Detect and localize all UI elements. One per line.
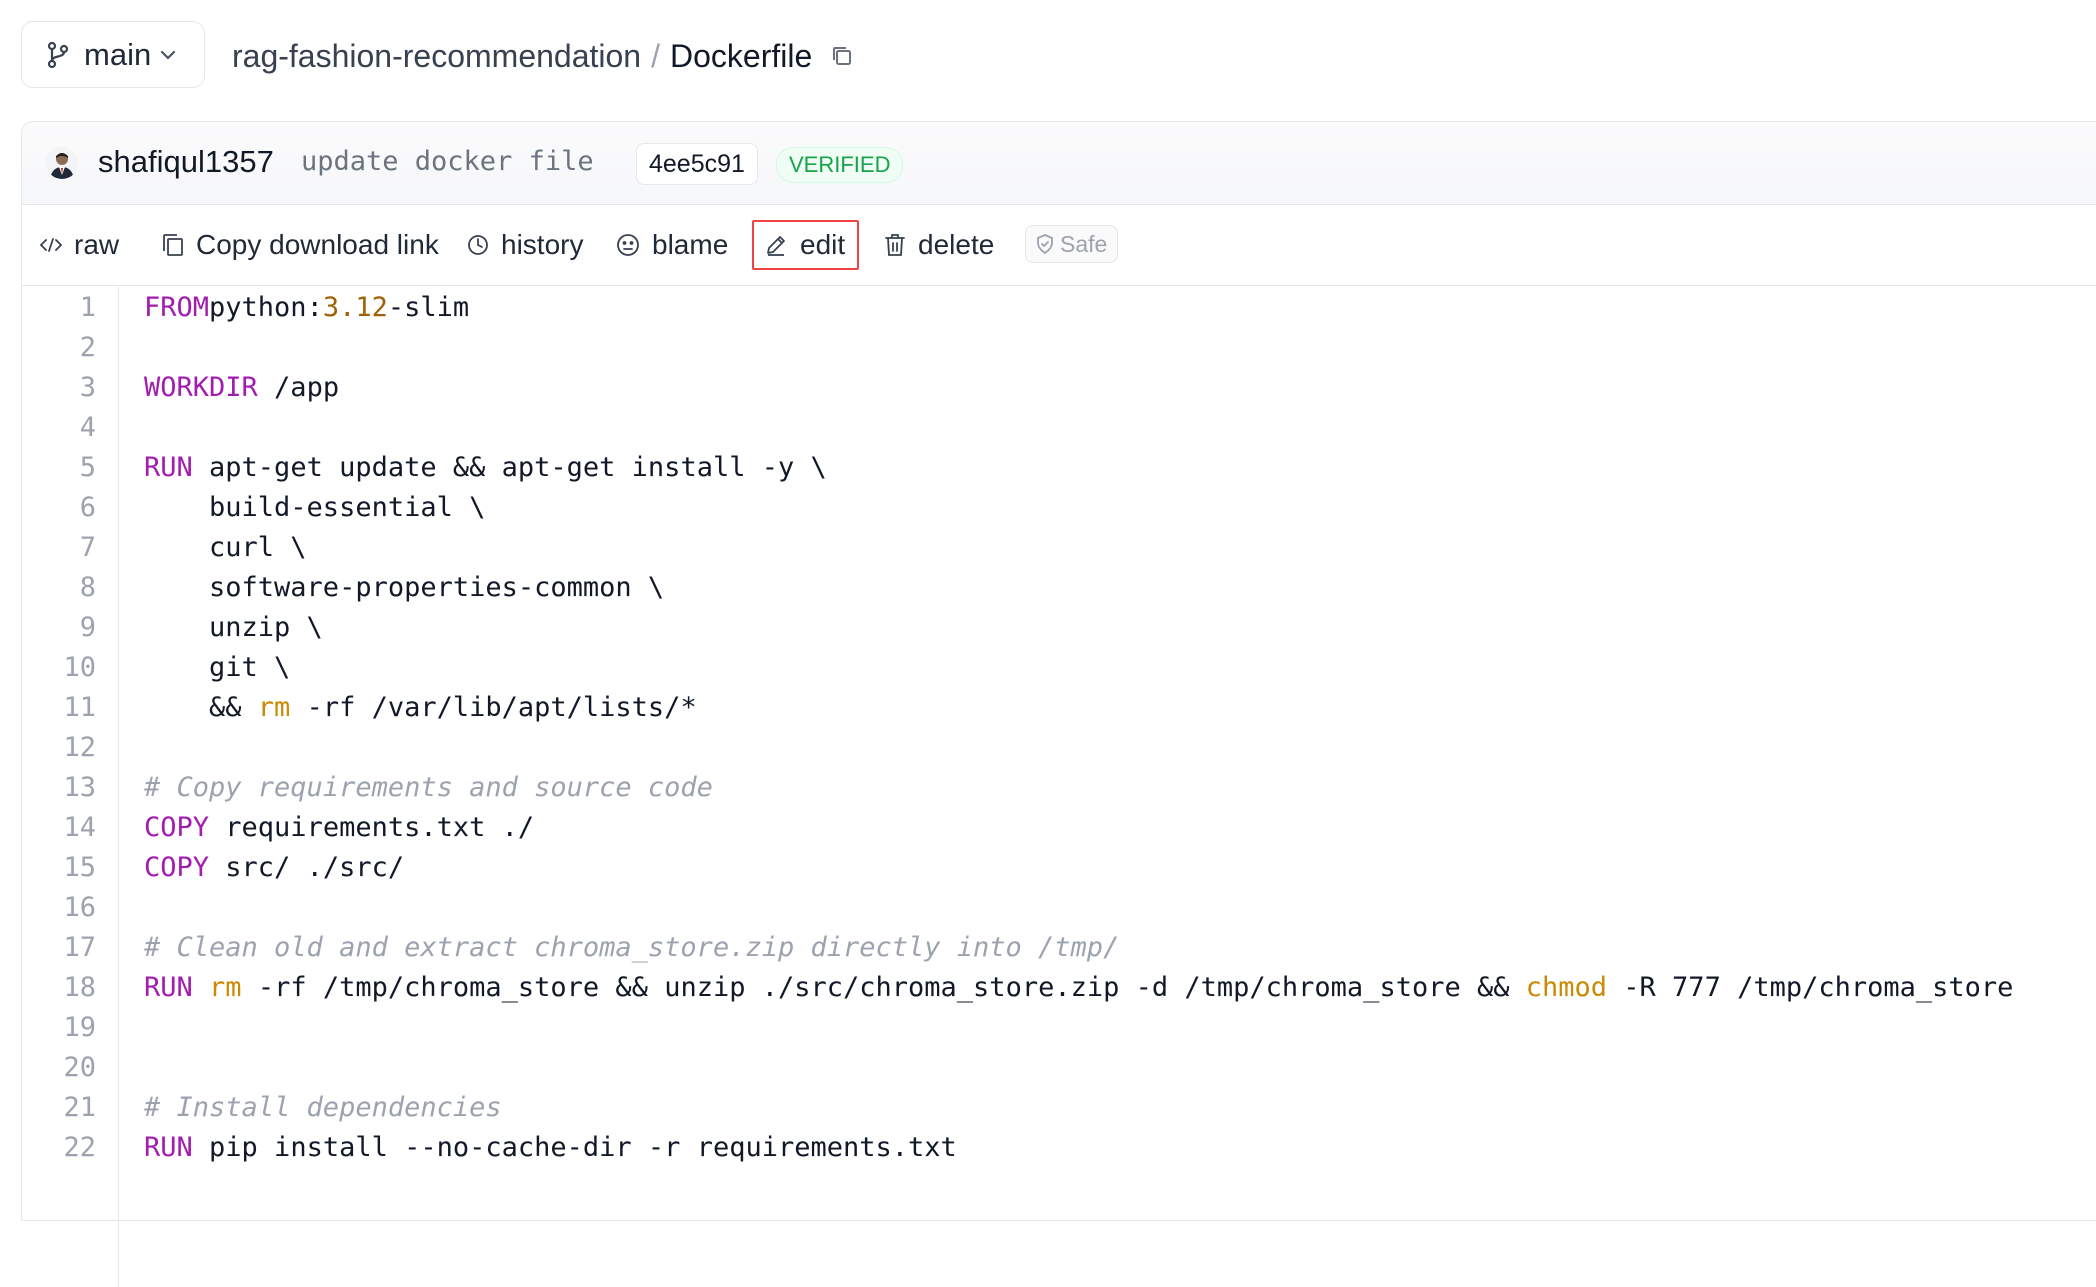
avatar[interactable] — [46, 147, 78, 179]
line-number[interactable]: 19 — [22, 1012, 96, 1043]
history-label: history — [501, 229, 584, 260]
code-line: 3 WORKDIR /app — [22, 367, 2096, 407]
code-text: unzip \ — [144, 611, 323, 643]
breadcrumb-separator: / — [651, 37, 660, 74]
code-text: RUN apt-get update && apt-get install -y… — [144, 451, 827, 483]
line-number[interactable]: 12 — [22, 732, 96, 763]
clock-icon — [468, 235, 488, 255]
blame-face-icon — [617, 234, 639, 256]
code-line: 12 — [22, 727, 2096, 767]
history-button[interactable]: history — [467, 205, 583, 285]
commit-sha-badge[interactable]: 4ee5c91 — [636, 143, 758, 185]
code-text: FROMpython:3.12-slim — [144, 291, 470, 323]
line-number[interactable]: 13 — [22, 772, 96, 803]
code-text: build-essential \ — [144, 491, 486, 523]
pencil-icon — [767, 236, 785, 256]
code-line: 20 — [22, 1047, 2096, 1087]
safe-label: Safe — [1060, 230, 1108, 257]
line-number[interactable]: 6 — [22, 492, 96, 523]
edit-label: edit — [800, 229, 846, 260]
code-icon — [40, 238, 62, 252]
delete-button[interactable]: delete — [884, 205, 994, 285]
copy-path-icon[interactable] — [830, 44, 854, 68]
breadcrumb-repo-link[interactable]: rag-fashion-recommendation — [232, 38, 641, 75]
shield-check-icon — [1037, 234, 1053, 254]
code-text: RUN rm -rf /tmp/chroma_store && unzip ./… — [144, 971, 2014, 1003]
code-text: RUN pip install --no-cache-dir -r requir… — [144, 1131, 957, 1163]
code-line: 15 COPY src/ ./src/ — [22, 847, 2096, 887]
line-number[interactable]: 20 — [22, 1052, 96, 1083]
line-number[interactable]: 10 — [22, 652, 96, 683]
code-text: && rm -rf /var/lib/apt/lists/* — [144, 691, 697, 723]
code-line: 7 curl \ — [22, 527, 2096, 567]
code-line: 17 # Clean old and extract chroma_store.z… — [22, 927, 2096, 967]
code-text: COPY requirements.txt ./ — [144, 811, 535, 843]
safe-badge[interactable]: Safe — [1025, 225, 1119, 263]
code-line: 21 # Install dependencies — [22, 1087, 2096, 1127]
code-line: 9 unzip \ — [22, 607, 2096, 647]
line-number[interactable]: 3 — [22, 372, 96, 403]
raw-button[interactable]: raw — [40, 205, 119, 285]
code-text: # Install dependencies — [144, 1091, 502, 1123]
line-number[interactable]: 14 — [22, 812, 96, 843]
code-line: 1 FROMpython:3.12-slim — [22, 287, 2096, 327]
code-text: git \ — [144, 651, 291, 683]
branch-selector[interactable]: main — [21, 21, 205, 88]
verified-badge: VERIFIED — [776, 147, 904, 183]
blame-label: blame — [652, 229, 729, 260]
line-number[interactable]: 17 — [22, 932, 96, 963]
commit-message[interactable]: update docker file — [301, 146, 594, 177]
code-line: 5 RUN apt-get update && apt-get install -… — [22, 447, 2096, 487]
code-line: 4 — [22, 407, 2096, 447]
line-number[interactable]: 15 — [22, 852, 96, 883]
copy-icon — [163, 234, 183, 256]
code-text: # Clean old and extract chroma_store.zip… — [144, 931, 1120, 963]
edit-button[interactable]: edit — [752, 220, 860, 270]
code-text: software-properties-common \ — [144, 571, 665, 603]
code-line: 6 build-essential \ — [22, 487, 2096, 527]
file-viewer: shafiqul1357 update docker file 4ee5c91 … — [21, 121, 2096, 1287]
file-header: main rag-fashion-recommendation / Docker… — [0, 0, 2096, 112]
line-number[interactable]: 9 — [22, 612, 96, 643]
line-number[interactable]: 16 — [22, 892, 96, 923]
copy-download-link-button[interactable]: Copy download link — [162, 205, 439, 285]
line-number[interactable]: 1 — [22, 292, 96, 323]
line-number[interactable]: 8 — [22, 572, 96, 603]
code-line: 10 git \ — [22, 647, 2096, 687]
code-text: COPY src/ ./src/ — [144, 851, 405, 883]
line-number[interactable]: 18 — [22, 972, 96, 1003]
code-line: 2 — [22, 327, 2096, 367]
branch-name: main — [84, 36, 152, 72]
file-actions-bar: raw Copy download link history blame edi… — [22, 205, 2096, 286]
blame-button[interactable]: blame — [616, 205, 728, 285]
breadcrumb: rag-fashion-recommendation / Dockerfile — [232, 34, 854, 78]
breadcrumb-file: Dockerfile — [669, 37, 813, 74]
last-commit-bar: shafiqul1357 update docker file 4ee5c91 … — [22, 122, 2096, 205]
delete-label: delete — [918, 229, 995, 260]
commit-author[interactable]: shafiqul1357 — [98, 144, 274, 180]
trash-icon — [885, 234, 905, 256]
line-number[interactable]: 4 — [22, 412, 96, 443]
code-text: curl \ — [144, 531, 307, 563]
code-text: # Copy requirements and source code — [144, 771, 713, 803]
code-line: 11 && rm -rf /var/lib/apt/lists/* — [22, 687, 2096, 727]
line-number[interactable]: 22 — [22, 1132, 96, 1163]
code-line: 19 — [22, 1007, 2096, 1047]
chevron-down-icon — [161, 50, 176, 60]
code-line: 18 RUN rm -rf /tmp/chroma_store && unzip … — [22, 967, 2096, 1007]
line-number[interactable]: 11 — [22, 692, 96, 723]
line-number[interactable]: 2 — [22, 332, 96, 363]
code-line: 13 # Copy requirements and source code — [22, 767, 2096, 807]
git-branch-icon — [47, 41, 69, 68]
line-number[interactable]: 7 — [22, 532, 96, 563]
code-line: 8 software-properties-common \ — [22, 567, 2096, 607]
line-number[interactable]: 21 — [22, 1092, 96, 1123]
code-line: 16 — [22, 887, 2096, 927]
line-number[interactable]: 5 — [22, 452, 96, 483]
code-line: 14 COPY requirements.txt ./ — [22, 807, 2096, 847]
raw-label: raw — [74, 229, 120, 260]
code-line: 22 RUN pip install --no-cache-dir -r requ… — [22, 1127, 2096, 1167]
code-text: WORKDIR /app — [144, 371, 340, 403]
copy-download-link-label: Copy download link — [196, 229, 439, 260]
